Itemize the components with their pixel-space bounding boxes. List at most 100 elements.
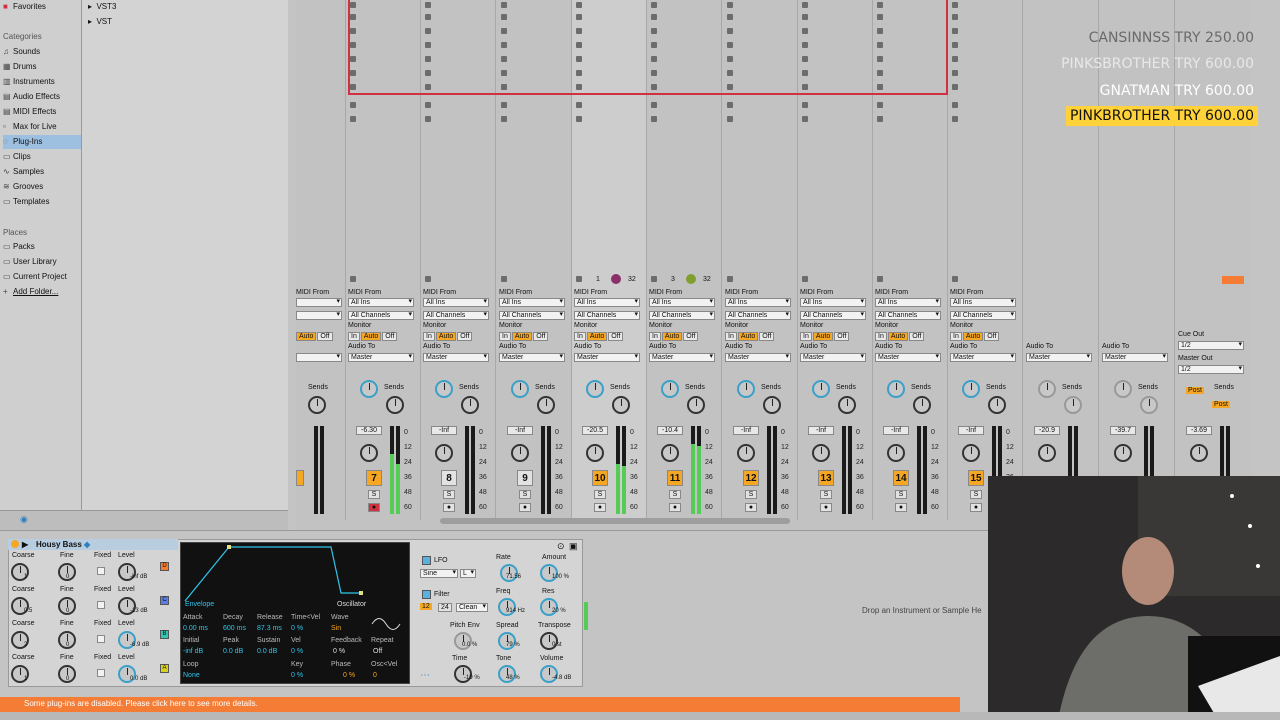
audio-to-select[interactable]: Master: [725, 353, 791, 362]
hot-swap-icon[interactable]: ◉: [20, 514, 28, 525]
track-stop-button[interactable]: [727, 276, 733, 282]
sidebar-item-audio-effects[interactable]: ▤ Audio Effects: [3, 90, 81, 104]
monitor-off-button[interactable]: Off: [533, 332, 549, 341]
operator-select-button[interactable]: B: [160, 630, 169, 639]
audio-to-select[interactable]: [296, 353, 342, 362]
midi-from-select[interactable]: All Ins: [574, 298, 640, 307]
sidebar-item-templates[interactable]: ▭ Templates: [3, 195, 81, 209]
repeat-value[interactable]: Off: [373, 648, 382, 655]
monitor-auto-button[interactable]: Auto: [887, 332, 909, 341]
fixed-checkbox[interactable]: [97, 567, 105, 575]
wave-select[interactable]: Sin: [331, 625, 341, 632]
solo-button[interactable]: S: [745, 490, 757, 499]
track-stop-button[interactable]: [501, 276, 507, 282]
pan-knob[interactable]: [737, 444, 755, 462]
monitor-in-button[interactable]: In: [800, 332, 812, 341]
pan-knob[interactable]: [1114, 444, 1132, 462]
key-value[interactable]: 0 %: [291, 672, 303, 679]
clip-slot-stop-icon[interactable]: [952, 28, 958, 34]
playing-clip-icon[interactable]: [611, 274, 621, 284]
monitor-auto-button[interactable]: Auto: [962, 332, 984, 341]
pan-knob[interactable]: [586, 444, 604, 462]
sidebar-item-add-folder[interactable]: + Add Folder...: [3, 285, 81, 299]
sidebar-item-favorites[interactable]: ■ Favorites: [3, 0, 81, 14]
clip-slot-stop-icon[interactable]: [651, 102, 657, 108]
sidebar-item-sounds[interactable]: ♫ Sounds: [3, 45, 81, 59]
monitor-in-button[interactable]: In: [725, 332, 737, 341]
arm-button[interactable]: ●: [820, 503, 832, 512]
release-value[interactable]: 87.3 ms: [257, 625, 282, 632]
track-activator[interactable]: 13: [818, 470, 834, 486]
arm-button[interactable]: ●: [895, 503, 907, 512]
time-vel-value[interactable]: 0 %: [291, 625, 303, 632]
track-volume[interactable]: -Inf: [808, 426, 834, 435]
midi-from-select[interactable]: All Ins: [348, 298, 414, 307]
midi-from-select[interactable]: All Ins: [725, 298, 791, 307]
monitor-auto-button[interactable]: Auto: [661, 332, 683, 341]
arm-button[interactable]: ●: [745, 503, 757, 512]
lfo-wave-select[interactable]: Sine: [420, 569, 458, 578]
monitor-in-button[interactable]: In: [423, 332, 435, 341]
pan-knob[interactable]: [812, 444, 830, 462]
midi-channel-select[interactable]: All Channels: [574, 311, 640, 320]
midi-channel-select[interactable]: All Channels: [499, 311, 565, 320]
lfo-mode-select[interactable]: L: [460, 569, 476, 578]
send-a-knob[interactable]: [812, 380, 830, 398]
clip-slot-stop-icon[interactable]: [727, 116, 733, 122]
clip-slot-stop-icon[interactable]: [952, 70, 958, 76]
monitor-off-button[interactable]: Off: [909, 332, 925, 341]
send-a-knob[interactable]: [511, 380, 529, 398]
monitor-off-button[interactable]: Off: [608, 332, 624, 341]
return-a-output-select[interactable]: Master: [1026, 353, 1092, 362]
track-activator[interactable]: 7: [366, 470, 382, 486]
track-stop-button[interactable]: [350, 276, 356, 282]
send-a-knob[interactable]: [1038, 380, 1056, 398]
phase-value[interactable]: 0 %: [343, 672, 355, 679]
monitor-in-button[interactable]: In: [649, 332, 661, 341]
midi-channel-select[interactable]: All Channels: [950, 311, 1016, 320]
clip-slot-stop-icon[interactable]: [952, 2, 958, 8]
monitor-buttons[interactable]: In Auto Off: [348, 332, 398, 341]
device-play-icon[interactable]: ▶: [22, 539, 28, 550]
audio-to-select[interactable]: Master: [499, 353, 565, 362]
pan-knob[interactable]: [511, 444, 529, 462]
master-volume[interactable]: -3.69: [1186, 426, 1212, 435]
solo-button[interactable]: S: [443, 490, 455, 499]
pan-knob[interactable]: [1038, 444, 1056, 462]
clip-slot-stop-icon[interactable]: [350, 102, 356, 108]
send-b-knob[interactable]: [687, 396, 705, 414]
return-a-volume[interactable]: -20.9: [1034, 426, 1060, 435]
cue-out-select[interactable]: 1/2: [1178, 341, 1244, 350]
track-activator[interactable]: 9: [517, 470, 533, 486]
osc-vel-value[interactable]: 0: [373, 672, 377, 679]
midi-from-select[interactable]: [296, 298, 342, 307]
clip-slot-stop-icon[interactable]: [727, 102, 733, 108]
operator-select-button[interactable]: D: [160, 562, 169, 571]
midi-channel-select[interactable]: All Channels: [725, 311, 791, 320]
solo-button[interactable]: S: [519, 490, 531, 499]
fixed-checkbox[interactable]: [97, 601, 105, 609]
track-volume[interactable]: -Inf: [507, 426, 533, 435]
midi-from-select[interactable]: All Ins: [800, 298, 866, 307]
clip-slot-stop-icon[interactable]: [651, 116, 657, 122]
midi-from-select[interactable]: All Ins: [875, 298, 941, 307]
monitor-buttons[interactable]: In Auto Off: [875, 332, 925, 341]
clip-slot-stop-icon[interactable]: [501, 102, 507, 108]
filter-toggle[interactable]: [422, 590, 431, 599]
post-button-b[interactable]: Post: [1212, 401, 1231, 408]
send-a-knob[interactable]: [661, 380, 679, 398]
clip-slot-stop-icon[interactable]: [952, 14, 958, 20]
loop-select[interactable]: None: [183, 672, 200, 679]
clip-slot-stop-icon[interactable]: [425, 102, 431, 108]
monitor-buttons[interactable]: In Auto Off: [649, 332, 699, 341]
attack-value[interactable]: 0.00 ms: [183, 625, 208, 632]
monitor-off-button[interactable]: Off: [382, 332, 398, 341]
send-a-knob[interactable]: [360, 380, 378, 398]
arm-button[interactable]: ●: [970, 503, 982, 512]
sidebar-item-instruments[interactable]: ▥ Instruments: [3, 75, 81, 89]
drop-instrument-hint[interactable]: Drop an Instrument or Sample He: [862, 606, 982, 615]
monitor-auto-button[interactable]: Auto: [812, 332, 834, 341]
send-b-knob[interactable]: [1140, 396, 1158, 414]
monitor-buttons[interactable]: Auto Off: [296, 332, 334, 341]
audio-to-select[interactable]: Master: [800, 353, 866, 362]
